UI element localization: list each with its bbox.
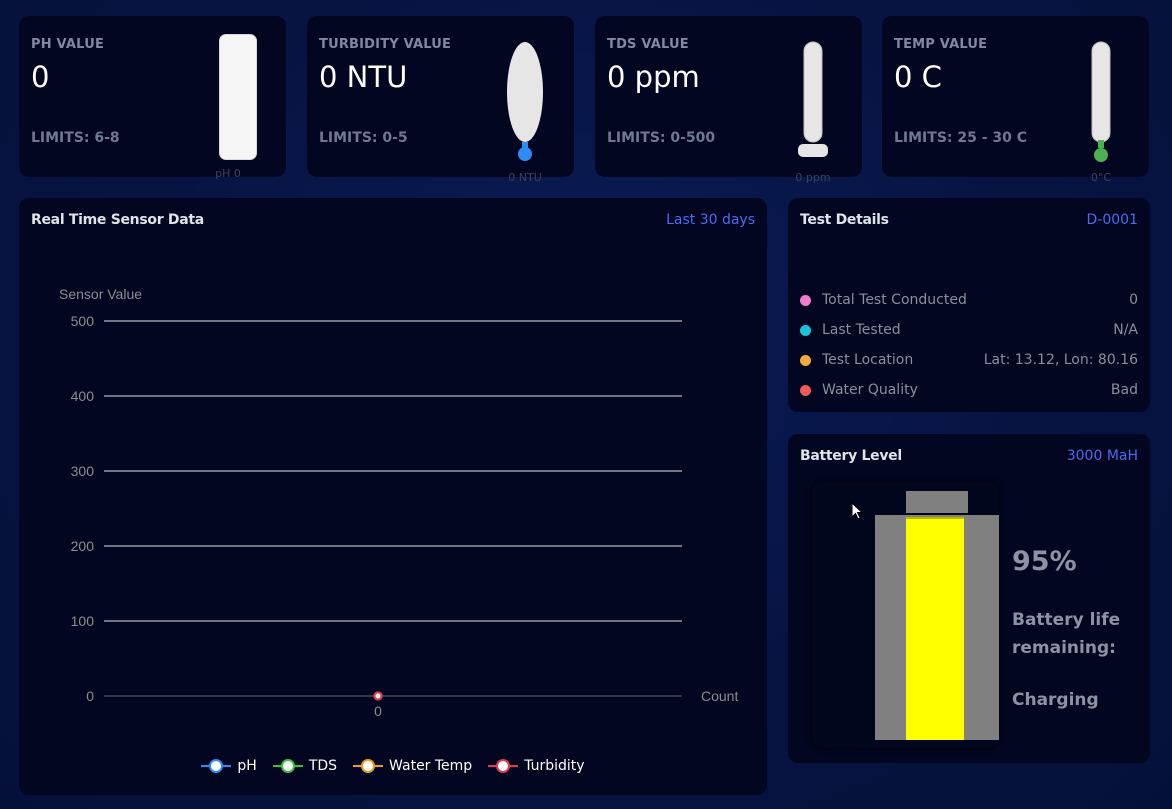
test-id: D-0001 — [1086, 212, 1138, 228]
detail-value-location: Lat: 13.12, Lon: 80.16 — [983, 352, 1138, 368]
battery-title: Battery Level — [800, 448, 902, 464]
battery-display — [812, 482, 999, 748]
detail-label-total-tests: Total Test Conducted — [822, 292, 967, 308]
turbidity-limits: LIMITS: 0-5 — [319, 130, 408, 146]
detail-dot-last-tested — [800, 324, 811, 336]
legend-label-water-temp: Water Temp — [389, 758, 473, 774]
temp-limits: LIMITS: 25 - 30 C — [894, 130, 1028, 146]
battery-status: Charging — [1012, 690, 1099, 710]
y-tick-label-300: 300 — [71, 463, 95, 479]
y-tick-label-400: 400 — [71, 388, 95, 404]
legend-dot-tds — [280, 759, 295, 773]
detail-dot-water-quality — [800, 384, 811, 396]
legend-marker-water-temp — [353, 759, 384, 773]
legend-item-turbidity[interactable]: Turbidity — [488, 758, 585, 774]
detail-row-location: Test Location Lat: 13.12, Lon: 80.16 — [800, 352, 1138, 368]
turbidity-gauge — [507, 42, 543, 161]
ph-gauge — [219, 34, 257, 160]
y-tick-label-200: 200 — [71, 538, 95, 554]
legend-label-turbidity: Turbidity — [524, 758, 585, 774]
detail-row-total-tests: Total Test Conducted 0 — [800, 292, 1138, 308]
legend-item-water-temp[interactable]: Water Temp — [353, 758, 472, 774]
detail-value-water-quality: Bad — [1110, 382, 1138, 398]
test-details-panel: Test Details D-0001 Total Test Conducted… — [788, 198, 1150, 412]
sensor-chart: Sensor Value 0 100 200 300 400 500 Count 0 — [59, 286, 738, 719]
tds-card: TDS VALUE 0 ppm LIMITS: 0-500 0 ppm — [595, 16, 862, 184]
y-axis-title: Sensor Value — [59, 286, 142, 302]
data-point-turbidity-0 — [373, 691, 383, 701]
detail-dot-location — [800, 354, 811, 366]
chart-legend: pH TDS Water Temp Turbidity — [19, 758, 767, 774]
temp-card: TEMP VALUE 0 C LIMITS: 25 - 30 C 0°C — [882, 16, 1149, 184]
battery-terminal — [906, 491, 968, 513]
y-tick-label-500: 500 — [71, 313, 95, 329]
ph-limits: LIMITS: 6-8 — [31, 130, 120, 146]
tds-value: 0 ppm — [607, 60, 700, 94]
ph-gauge-caption: pH 0 — [215, 167, 241, 180]
temp-value: 0 C — [894, 60, 942, 94]
y-tick-label-0: 0 — [86, 688, 94, 704]
legend-label-tds: TDS — [308, 758, 338, 774]
detail-row-last-tested: Last Tested N/A — [800, 322, 1138, 338]
legend-dot-water-temp — [361, 759, 376, 773]
detail-value-total-tests: 0 — [1129, 292, 1138, 308]
test-details-title: Test Details — [800, 212, 889, 228]
y-tick-label-100: 100 — [71, 613, 95, 629]
battery-fill — [906, 517, 964, 740]
legend-marker-ph — [201, 759, 232, 773]
turbidity-gauge-caption: 0 NTU — [508, 171, 542, 184]
battery-capacity: 3000 MaH — [1066, 448, 1138, 464]
detail-label-location: Test Location — [822, 352, 914, 368]
legend-item-tds[interactable]: TDS — [272, 758, 338, 774]
tds-gauge — [798, 41, 828, 157]
ph-card: PH VALUE 0 LIMITS: 6-8 pH 0 — [19, 16, 286, 180]
battery-life-label-line1: Battery life — [1012, 610, 1121, 630]
battery-life-label-line2: remaining: — [1012, 638, 1116, 658]
mouse-cursor-icon — [851, 502, 864, 520]
ph-label: PH VALUE — [31, 37, 105, 52]
detail-label-last-tested: Last Tested — [822, 322, 901, 338]
x-axis-title: Count — [701, 688, 738, 704]
temp-gauge-caption: 0°C — [1090, 171, 1112, 184]
tds-limits: LIMITS: 0-500 — [607, 130, 716, 146]
tds-label: TDS VALUE — [607, 37, 689, 52]
legend-label-ph: pH — [237, 758, 257, 774]
x-tick-label-0: 0 — [374, 703, 382, 719]
legend-item-ph[interactable]: pH — [201, 758, 257, 774]
legend-marker-tds — [272, 759, 303, 773]
temp-gauge — [1091, 41, 1111, 162]
legend-dot-turbidity — [496, 759, 511, 773]
legend-marker-turbidity — [488, 759, 519, 773]
ph-value: 0 — [31, 60, 50, 94]
detail-value-last-tested: N/A — [1113, 322, 1138, 338]
turbidity-value: 0 NTU — [319, 60, 408, 94]
turbidity-card: TURBIDITY VALUE 0 NTU LIMITS: 0-5 0 NTU — [307, 16, 574, 184]
detail-label-water-quality: Water Quality — [822, 382, 918, 398]
detail-row-water-quality: Water Quality Bad — [800, 382, 1138, 398]
legend-dot-ph — [209, 759, 224, 773]
tds-gauge-caption: 0 ppm — [795, 171, 831, 184]
sensor-panel: Real Time Sensor Data Last 30 days Senso… — [19, 198, 767, 795]
battery-percent: 95% — [1012, 546, 1077, 577]
turbidity-label: TURBIDITY VALUE — [319, 37, 452, 52]
detail-dot-total-tests — [800, 294, 811, 306]
temp-label: TEMP VALUE — [894, 37, 988, 52]
battery-panel: Battery Level 3000 MaH 95% Battery life … — [788, 434, 1150, 763]
